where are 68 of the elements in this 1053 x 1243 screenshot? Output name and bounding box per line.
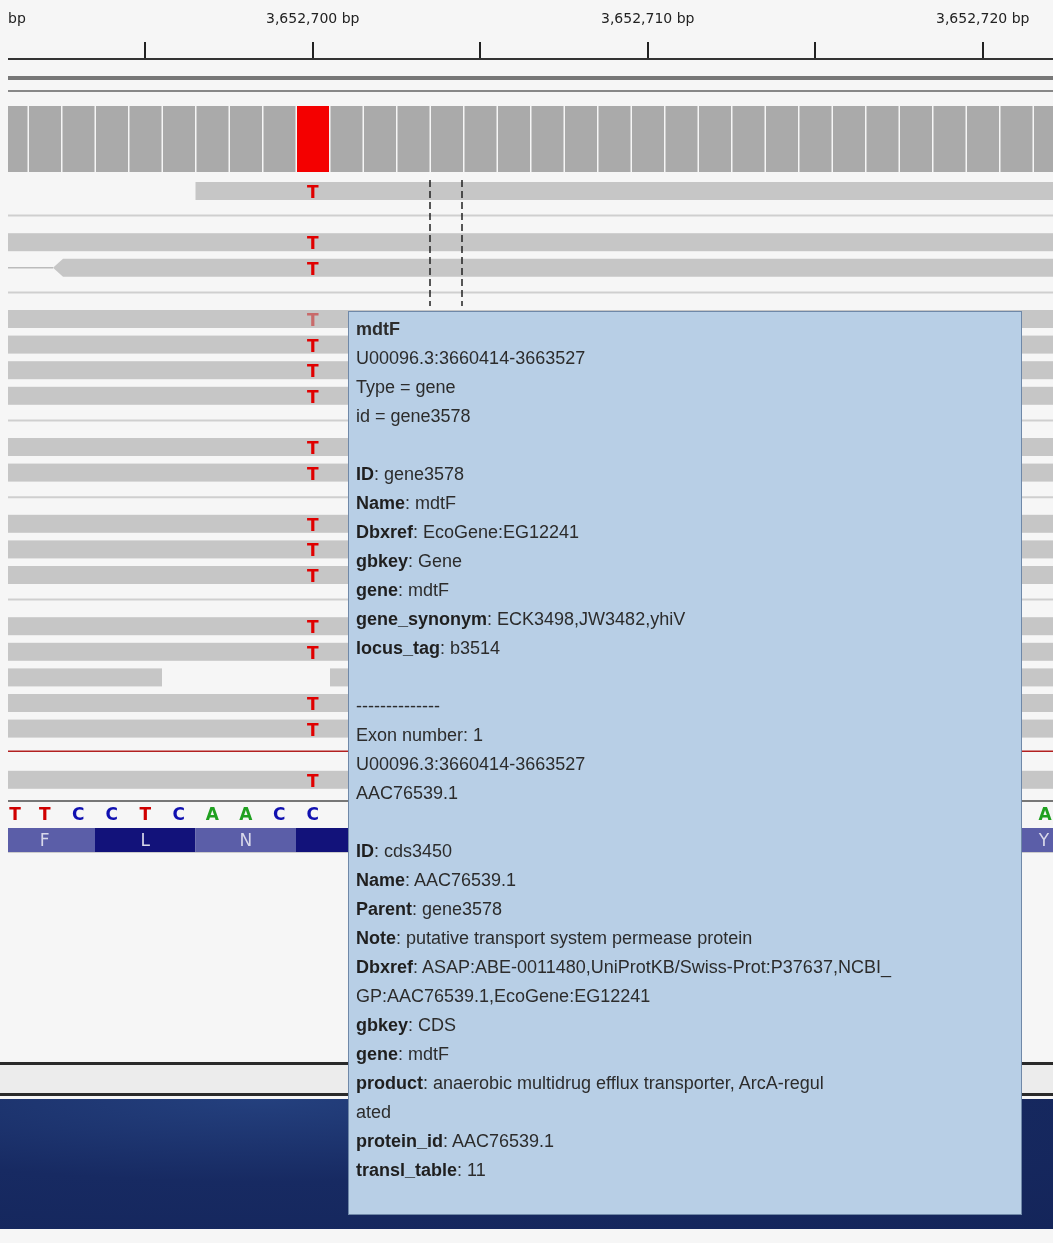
popup-line: product: anaerobic multidrug efflux transporter, ArcA-regul — [356, 1072, 824, 1095]
amino-acid-block: F — [8, 828, 95, 853]
mismatch-base: T — [306, 335, 319, 356]
popup-line: Type = gene — [356, 376, 456, 399]
popup-line: U00096.3:3660414-3663527 — [356, 347, 586, 370]
ruler-label: bp — [8, 10, 26, 26]
popup-line: ID: gene3578 — [356, 463, 465, 486]
mismatch-base: T — [306, 719, 319, 740]
sequence-base: C — [306, 804, 319, 825]
sequence-base: A — [1038, 804, 1052, 825]
popup-line: gbkey: CDS — [356, 1014, 457, 1037]
sequence-base: C — [273, 804, 286, 825]
popup-line: GP:AAC76539.1,EcoGene:EG12241 — [356, 985, 651, 1008]
popup-line: U00096.3:3660414-3663527 — [356, 753, 586, 776]
mismatch-base: T — [306, 233, 319, 254]
popup-line: ID: cds3450 — [356, 840, 453, 863]
ruler-tick — [311, 42, 314, 58]
popup-line: locus_tag: b3514 — [356, 637, 501, 660]
popup-line: Dbxref: ASAP:ABE-0011480,UniProtKB/Swiss-Prot:P37637,NCBI_ — [356, 956, 891, 980]
ruler-label: 3,652,720 bp — [936, 10, 1030, 26]
sequence-base: C — [72, 804, 85, 825]
mismatch-base: T — [306, 463, 319, 484]
mismatch-base: T — [306, 770, 319, 791]
popup-title: mdtF — [356, 318, 400, 341]
sequence-base: C — [105, 804, 118, 825]
mismatch-base: T — [306, 617, 319, 638]
popup-line: Name: mdtF — [356, 492, 457, 515]
popup-line: protein_id: AAC76539.1 — [356, 1130, 555, 1153]
mismatch-base: T — [306, 566, 319, 586]
popup-line: Parent: gene3578 — [356, 898, 503, 921]
sequence-base: A — [239, 804, 253, 825]
popup-line: gene: mdtF — [356, 579, 450, 602]
ruler-tick — [981, 42, 984, 58]
ruler-tick — [646, 42, 649, 58]
ruler-tick — [144, 42, 147, 58]
sequence-base: C — [172, 804, 185, 825]
mismatch-base: T — [306, 361, 319, 382]
sequence-base: T — [9, 804, 21, 825]
ruler-tick — [814, 42, 817, 58]
mismatch-base: T — [306, 258, 319, 279]
ruler-tick — [479, 42, 482, 58]
popup-line: Note: putative transport system permease protein — [356, 927, 753, 950]
popup-line: id = gene3578 — [356, 405, 471, 428]
sequence-base: T — [38, 804, 51, 825]
mismatch-base: T — [306, 182, 319, 202]
popup-line: gbkey: Gene — [356, 550, 463, 573]
popup-line: AAC76539.1 — [356, 782, 459, 805]
mismatch-base: T — [306, 694, 319, 714]
ruler-label: 3,652,700 bp — [266, 10, 360, 26]
mismatch-base: T — [306, 540, 319, 561]
sequence-base: T — [139, 804, 152, 825]
popup-line: transl_table: 11 — [356, 1159, 486, 1182]
popup-line: Name: AAC76539.1 — [356, 869, 517, 892]
ruler-label: 3,652,710 bp — [601, 10, 695, 26]
amino-acid-block: N — [195, 828, 296, 853]
popup-line: gene: mdtF — [356, 1043, 450, 1066]
mismatch-base: T — [306, 386, 319, 407]
popup-line: -------------- — [356, 695, 440, 718]
popup-line: Dbxref: EcoGene:EG12241 — [356, 521, 580, 544]
mismatch-base: T — [306, 310, 319, 330]
popup-line: Exon number: 1 — [356, 724, 484, 747]
amino-acid-block: L — [95, 828, 196, 853]
sequence-base: A — [205, 804, 219, 825]
mismatch-base: T — [306, 642, 319, 663]
popup-line: gene_synonym: ECK3498,JW3482,yhiV — [356, 608, 686, 631]
popup-line: ated — [356, 1101, 392, 1124]
mismatch-base: T — [306, 438, 319, 458]
mismatch-base: T — [306, 514, 319, 535]
